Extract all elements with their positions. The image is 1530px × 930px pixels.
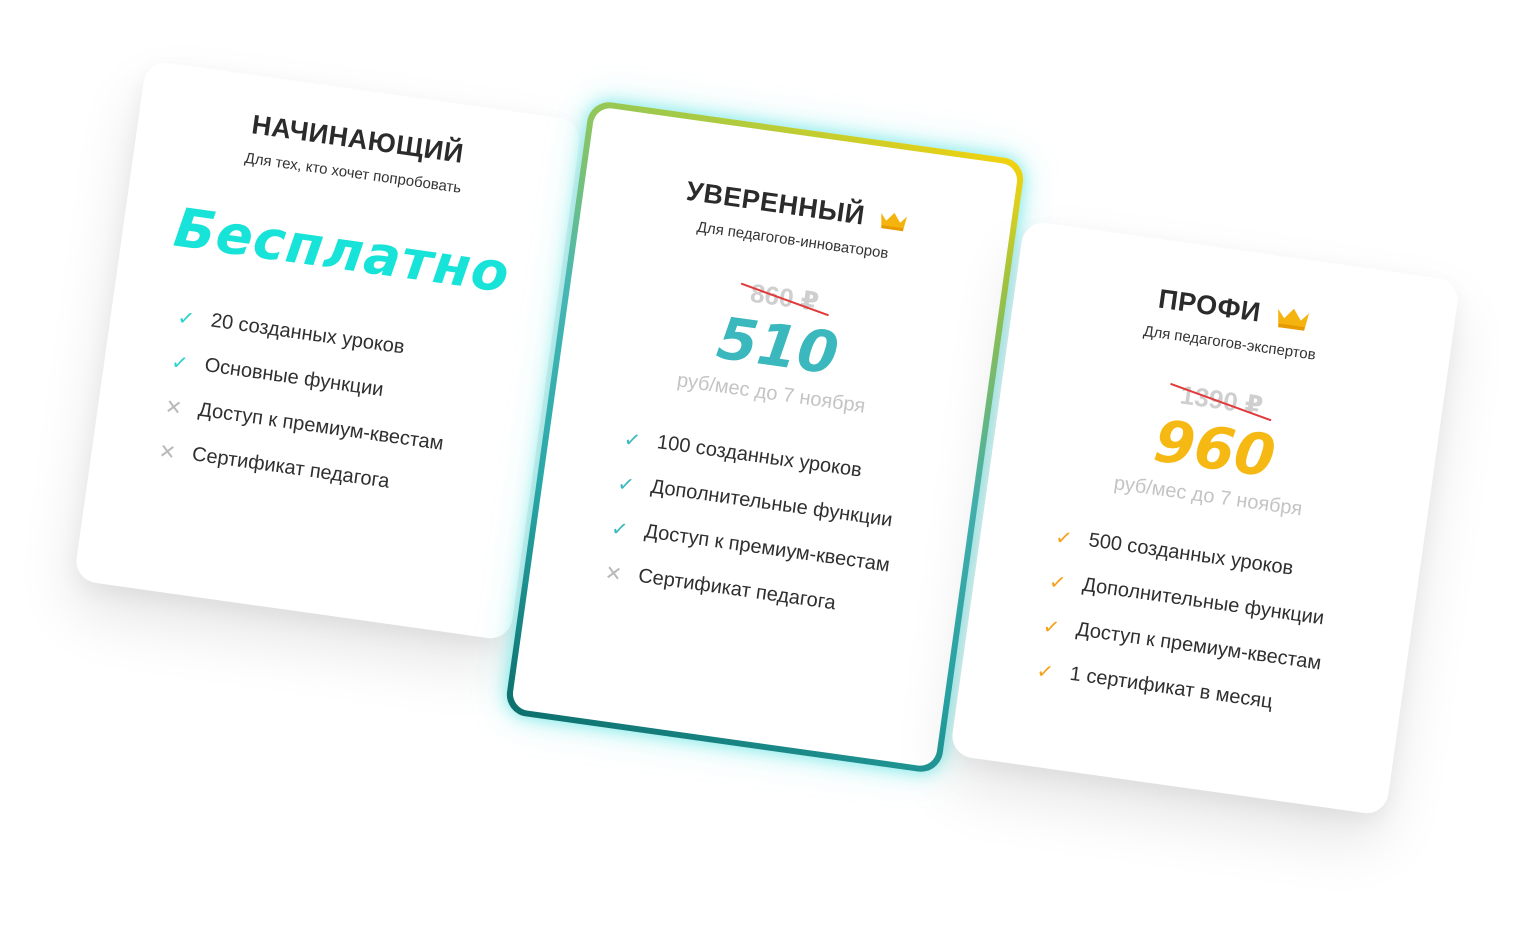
plan-card-beginner[interactable]: НАЧИНАЮЩИЙ Для тех, кто хочет попробоват… <box>73 59 583 642</box>
check-icon: ✓ <box>1041 613 1062 640</box>
pricing-stage: НАЧИНАЮЩИЙ Для тех, кто хочет попробоват… <box>0 0 1530 930</box>
check-icon: ✓ <box>1047 568 1068 595</box>
check-icon: ✓ <box>176 304 197 331</box>
plan-title-text: ПРОФИ <box>1156 283 1263 328</box>
check-icon: ✓ <box>169 348 190 376</box>
check-icon: ✓ <box>1035 657 1056 684</box>
feature-list: ✓ 100 созданных уроков ✓ Дополнительные … <box>598 415 978 643</box>
price-label-free: Бесплатно <box>170 195 514 306</box>
cross-icon: ✕ <box>163 393 184 420</box>
crown-icon <box>1277 308 1309 331</box>
cross-icon: ✕ <box>157 438 178 465</box>
cross-icon: ✕ <box>603 559 624 586</box>
crown-icon <box>881 212 907 231</box>
plan-card-confident-border[interactable]: УВЕРЕННЫЙ Для педагогов-инноваторов 860 … <box>503 99 1027 775</box>
check-icon: ✓ <box>616 470 637 497</box>
check-icon: ✓ <box>1053 524 1074 551</box>
feature-list: ✓ 500 созданных уроков ✓ Дополнительные … <box>1029 513 1420 743</box>
feature-list: ✓ 20 созданных уроков ✓ Основные функции… <box>151 293 550 524</box>
check-icon: ✓ <box>622 426 643 453</box>
plan-card-confident[interactable]: УВЕРЕННЫЙ Для педагогов-инноваторов 860 … <box>510 106 1020 768</box>
plan-card-pro[interactable]: ПРОФИ Для педагогов-экспертов 1390 ₽ 960… <box>949 220 1461 816</box>
check-icon: ✓ <box>609 515 630 542</box>
